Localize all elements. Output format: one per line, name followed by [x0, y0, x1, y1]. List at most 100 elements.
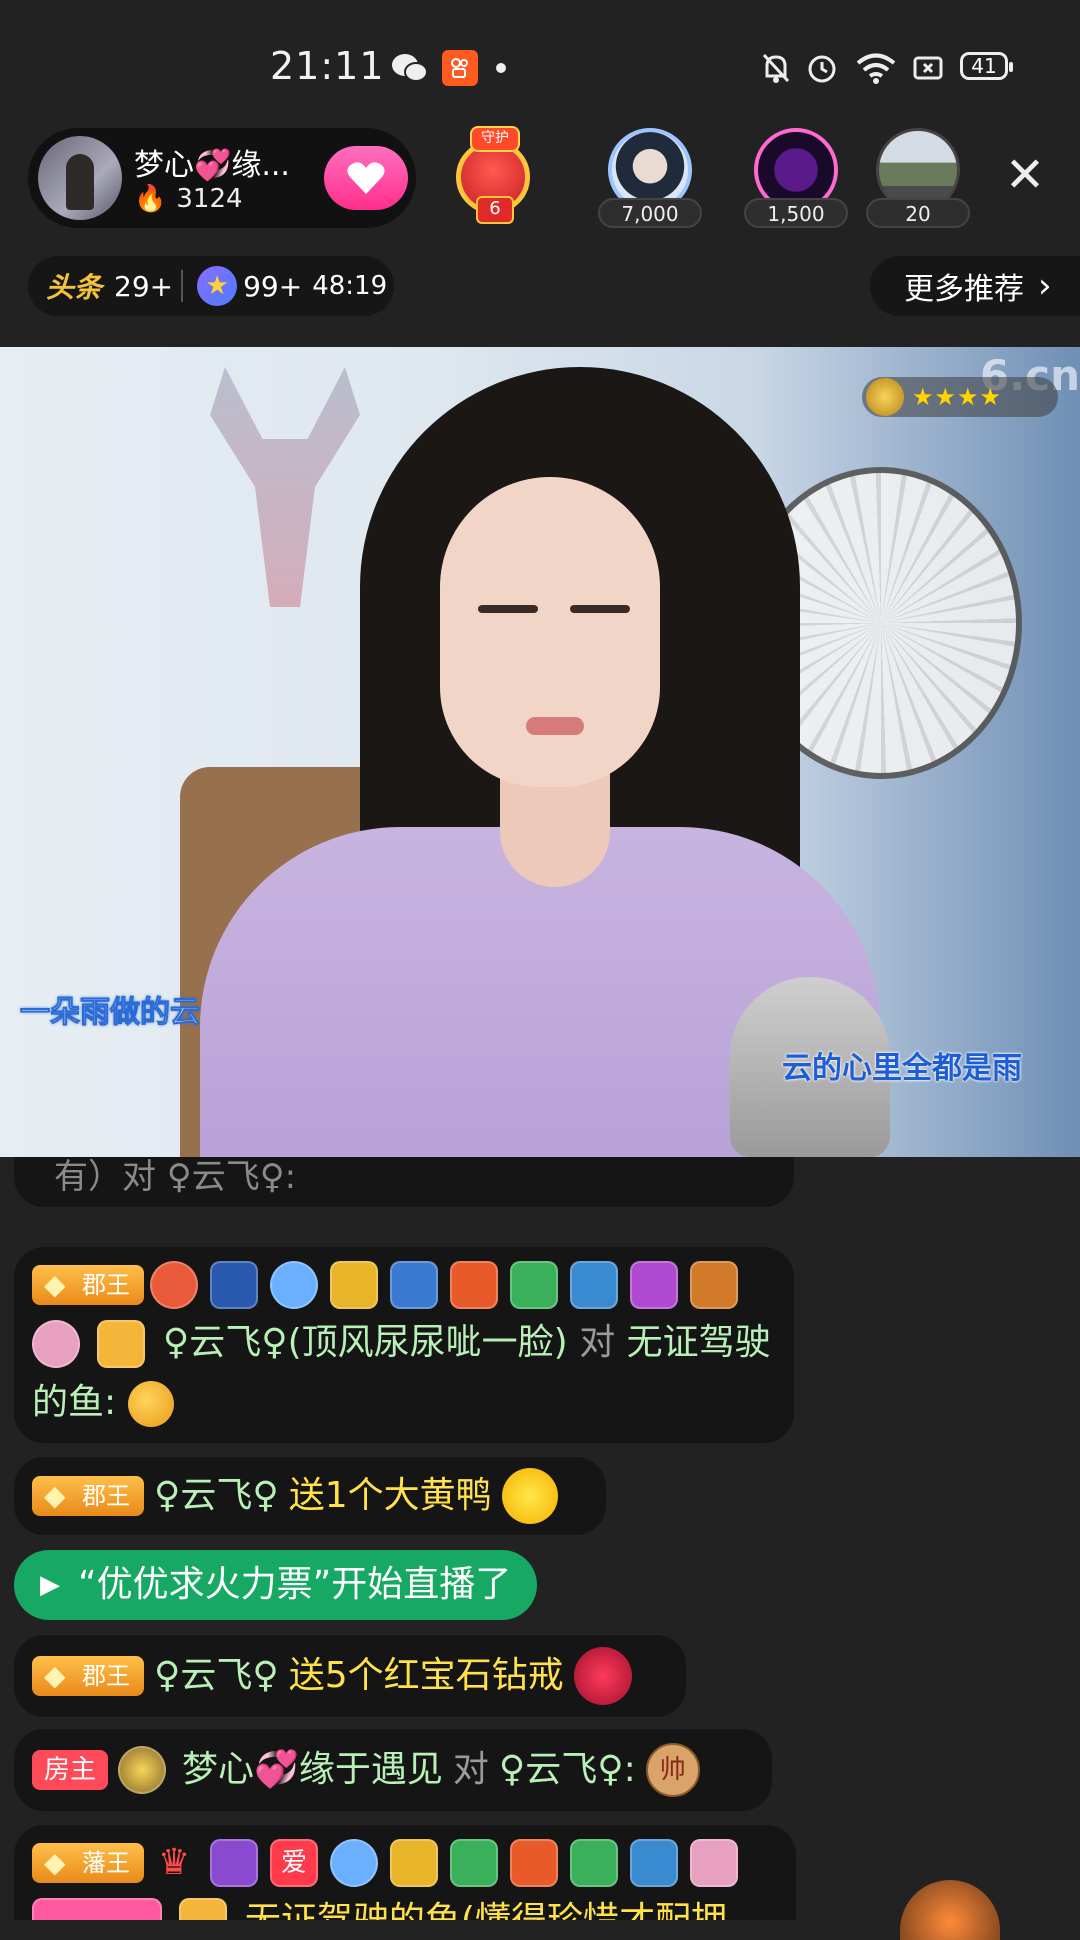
live-notice-text: “优优求火力票”开始直播了 [78, 1564, 512, 1605]
wall-decoration [210, 367, 360, 607]
battery-icon: 41 [960, 52, 1013, 80]
purple-medal-icon [630, 1261, 678, 1309]
anchor-heat: 🔥 3124 [134, 184, 243, 214]
chat-message: 郡王 ♀云飞♀(顶风尿尿呲一脸) 对 无证驾驶的鱼: [14, 1247, 794, 1443]
purple-star-icon [210, 1839, 258, 1887]
castle-icon [390, 1261, 438, 1309]
anchor-avatar[interactable] [38, 136, 122, 220]
gem-icon [270, 1261, 318, 1309]
gift-box-icon [450, 1261, 498, 1309]
chat-message: 郡王 ♀云飞♀ 送1个大黄鸭 [14, 1457, 606, 1535]
room-stats-pill[interactable]: 头条 29+ ★ 99+ 48:19 [28, 256, 394, 316]
heart-icon [347, 162, 385, 194]
chat-list[interactable]: 有）对 ♀云飞♀: 郡王 ♀云飞♀(顶风尿尿呲一脸) 对 无证驾驶的鱼: 郡王 [0, 1157, 1080, 1920]
toutiao-label: 头条 [46, 271, 103, 304]
chat-message: 藩王 ♛ 爱 无证驾驶的鱼(懂得珍惜才配拥 [14, 1825, 796, 1920]
crown-icon [690, 1839, 738, 1887]
top-viewer-3[interactable]: 20 [866, 128, 970, 228]
chess-piece-emoji: 帅 [645, 1743, 700, 1797]
green-medal-icon [510, 1261, 558, 1309]
chat-verb: 对 [579, 1322, 616, 1363]
ruby-ring-icon [573, 1647, 632, 1705]
medal-icon [866, 378, 904, 416]
vip-icon [330, 1261, 378, 1309]
alarm-icon [804, 50, 840, 86]
rank-badge: 藩王 [32, 1843, 144, 1883]
love-badge: 爱 [270, 1839, 318, 1887]
more-recommend-button[interactable]: 更多推荐 › [870, 256, 1080, 316]
crown-icon [32, 1320, 80, 1368]
streamer-eye [570, 605, 630, 613]
more-recommend-label: 更多推荐 [904, 272, 1024, 307]
streamer-face [440, 477, 660, 787]
chat-nickname[interactable]: 梦心💞缘于遇见 [182, 1740, 443, 1800]
anchor-name: 梦心💞缘... [134, 148, 290, 183]
thinking-emoji-icon [127, 1381, 174, 1427]
anchor-info-pill[interactable]: 梦心💞缘... 🔥 3124 [28, 128, 416, 228]
vip-icon [390, 1839, 438, 1887]
viewer-contribution: 1,500 [744, 198, 848, 228]
status-time: 21:11 [270, 44, 385, 88]
fan-club-badge [32, 1898, 162, 1920]
star-icon: ★ [197, 266, 238, 306]
live-start-notice[interactable]: ▶ “优优求火力票”开始直播了 [14, 1550, 538, 1620]
flame-icon: 🔥 [134, 184, 167, 214]
badge-row: 藩王 ♛ 爱 [32, 1835, 778, 1891]
gift-text: 送1个大黄鸭 [288, 1475, 492, 1516]
toutiao-count: 29+ [114, 269, 174, 303]
dragon-icon [210, 1261, 258, 1309]
top-viewer-1[interactable]: 7,000 [598, 128, 702, 228]
chat-message-text: 无证驾驶的鱼(懂得珍惜才配拥 [32, 1891, 778, 1920]
chat-nickname[interactable]: ♀云飞♀ [154, 1466, 279, 1526]
rank-badge: 郡王 [32, 1656, 144, 1696]
status-bar: 21:11 41 [0, 0, 1080, 130]
wifi-icon [854, 50, 898, 86]
rubber-duck-icon [501, 1468, 558, 1524]
gem-icon [330, 1839, 378, 1887]
user-card-icon [179, 1898, 228, 1920]
anchor-level-badge[interactable]: ★★★★ [862, 377, 1058, 417]
streamer-eye [478, 605, 538, 613]
chat-target[interactable]: ♀云飞♀: [499, 1740, 636, 1800]
level-5-icon [150, 1261, 198, 1309]
badge-row: 郡王 [32, 1257, 776, 1313]
rank-badge: 郡王 [32, 1476, 144, 1516]
user-card-icon [97, 1320, 146, 1368]
live-video[interactable]: 6.cn ★★★★ 一朵雨做的云 云的心里全都是雨 [0, 347, 1080, 1157]
viewer-contribution: 7,000 [598, 198, 702, 228]
dot-icon [494, 50, 508, 86]
chat-nickname[interactable]: ♀云飞♀(顶风尿尿呲一脸) [163, 1322, 568, 1363]
live-timer: 48:19 [312, 271, 388, 301]
screen-cast-icon [912, 50, 944, 86]
chat-message: 郡王 ♀云飞♀ 送5个红宝石钻戒 [14, 1635, 686, 1717]
medal-icon [118, 1746, 167, 1794]
rank-badge: 郡王 [32, 1265, 144, 1305]
super-firepower-icon [690, 1261, 738, 1309]
blue-medal-icon [570, 1261, 618, 1309]
chat-message-text: 有）对 ♀云飞♀: [54, 1157, 297, 1197]
follow-button[interactable] [324, 146, 408, 210]
streamer-lips [526, 717, 584, 735]
crown-icon: ♛ [157, 1842, 191, 1883]
star-count: 99+ [243, 269, 303, 303]
anchor-heat-count: 3124 [176, 184, 243, 214]
chat-message-text: ♀云飞♀(顶风尿尿呲一脸) 对 无证驾驶的鱼: [32, 1313, 776, 1433]
green-medal-icon [570, 1839, 618, 1887]
kuaishou-icon [442, 50, 478, 86]
divider [181, 270, 184, 302]
chevron-right-icon: › [1038, 266, 1052, 306]
chat-nickname[interactable]: 无证驾驶的鱼(懂得珍惜才配拥 [245, 1900, 727, 1920]
play-icon: ▶ [40, 1570, 60, 1600]
gift-text: 送5个红宝石钻戒 [288, 1655, 564, 1696]
guard-badge[interactable]: 守护 6 [440, 124, 544, 230]
host-badge: 房主 [32, 1750, 109, 1790]
guard-count: 6 [476, 196, 514, 224]
close-button[interactable]: ✕ [1000, 150, 1050, 200]
chat-message: 房主 梦心💞缘于遇见 对 ♀云飞♀: 帅 [14, 1729, 772, 1811]
green-medal-icon [450, 1839, 498, 1887]
top-viewer-2[interactable]: 1,500 [744, 128, 848, 228]
wechat-icon [390, 50, 430, 86]
video-caption-right: 云的心里全都是雨 [782, 1051, 1022, 1086]
viewer-contribution: 20 [866, 198, 970, 228]
chat-nickname[interactable]: ♀云飞♀ [154, 1646, 279, 1706]
